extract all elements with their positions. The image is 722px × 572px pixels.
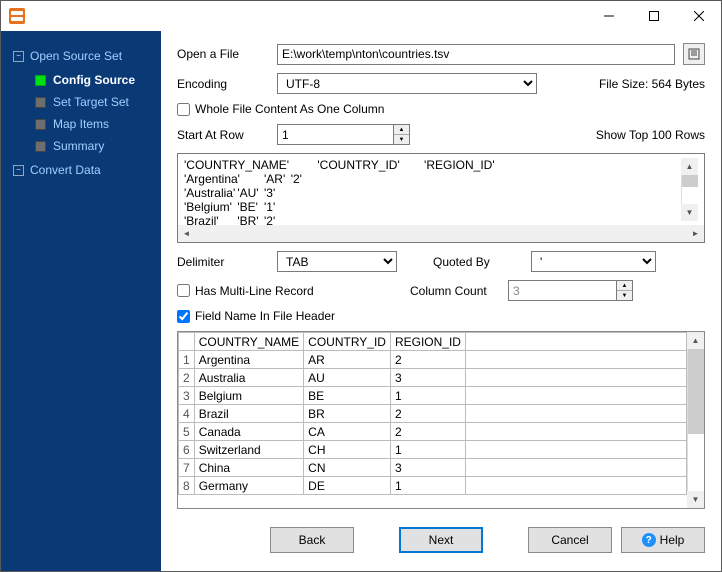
step-active-icon <box>35 75 46 86</box>
tree-item-set-target[interactable]: Set Target Set <box>1 91 161 113</box>
encoding-select[interactable]: UTF-8 <box>277 73 537 94</box>
cell[interactable]: DE <box>304 477 391 495</box>
raw-horizontal-scrollbar[interactable]: ◄► <box>178 225 704 242</box>
table-row[interactable]: 6SwitzerlandCH1 <box>179 441 687 459</box>
field-header-label: Field Name In File Header <box>195 309 335 323</box>
table-row[interactable]: 7ChinaCN3 <box>179 459 687 477</box>
cell[interactable]: AU <box>304 369 391 387</box>
minimize-button[interactable] <box>586 1 631 31</box>
table-row[interactable]: 1ArgentinaAR2 <box>179 351 687 369</box>
next-button[interactable]: Next <box>399 527 483 553</box>
tree-item-map-items[interactable]: Map Items <box>1 113 161 135</box>
step-icon <box>35 119 46 130</box>
cell[interactable]: 3 <box>390 459 465 477</box>
multiline-checkbox[interactable] <box>177 284 190 297</box>
collapse-icon[interactable]: − <box>13 165 24 176</box>
cell[interactable]: 1 <box>390 387 465 405</box>
cell[interactable]: Switzerland <box>194 441 303 459</box>
step-icon <box>35 141 46 152</box>
table-row[interactable]: 2AustraliaAU3 <box>179 369 687 387</box>
raw-preview-text: 'COUNTRY_NAME' 'COUNTRY_ID' 'REGION_ID' … <box>184 158 681 221</box>
app-icon <box>9 8 25 24</box>
cell[interactable]: CN <box>304 459 391 477</box>
cell[interactable]: CA <box>304 423 391 441</box>
table-row[interactable]: 3BelgiumBE1 <box>179 387 687 405</box>
multiline-label: Has Multi-Line Record <box>195 284 314 298</box>
quoted-by-label: Quoted By <box>433 255 523 269</box>
help-button[interactable]: ? Help <box>621 527 705 553</box>
titlebar <box>1 1 721 31</box>
start-row-label: Start At Row <box>177 128 269 142</box>
cell[interactable]: Australia <box>194 369 303 387</box>
tree-item-config-source[interactable]: Config Source <box>1 69 161 91</box>
spin-down-icon[interactable]: ▼ <box>394 135 409 144</box>
cell[interactable]: 1 <box>390 477 465 495</box>
cell[interactable]: BR <box>304 405 391 423</box>
cell[interactable]: 2 <box>390 423 465 441</box>
tree-item-summary[interactable]: Summary <box>1 135 161 157</box>
cell[interactable]: AR <box>304 351 391 369</box>
help-icon: ? <box>642 533 656 547</box>
step-icon <box>35 97 46 108</box>
column-count-input <box>508 280 616 301</box>
collapse-icon[interactable]: − <box>13 51 24 62</box>
cell[interactable]: 1 <box>390 441 465 459</box>
column-header[interactable]: COUNTRY_NAME <box>194 333 303 351</box>
column-header[interactable]: COUNTRY_ID <box>304 333 391 351</box>
cell[interactable]: Canada <box>194 423 303 441</box>
column-header[interactable]: REGION_ID <box>390 333 465 351</box>
field-header-checkbox[interactable] <box>177 310 190 323</box>
quoted-by-select[interactable]: ' <box>531 251 656 272</box>
cell[interactable]: Germany <box>194 477 303 495</box>
cell[interactable]: 2 <box>390 351 465 369</box>
main-panel: Open a File Encoding UTF-8 File Size: 56… <box>161 31 721 571</box>
whole-file-label: Whole File Content As One Column <box>195 102 384 116</box>
cell[interactable]: 3 <box>390 369 465 387</box>
table-row[interactable]: 4BrazilBR2 <box>179 405 687 423</box>
show-top-label: Show Top 100 Rows <box>596 128 705 142</box>
browse-file-button[interactable] <box>683 43 705 65</box>
file-path-input[interactable] <box>277 44 675 65</box>
spin-up-icon[interactable]: ▲ <box>394 125 409 135</box>
cell[interactable]: CH <box>304 441 391 459</box>
cell[interactable]: Belgium <box>194 387 303 405</box>
encoding-label: Encoding <box>177 77 269 91</box>
delimiter-label: Delimiter <box>177 255 269 269</box>
start-row-spinner[interactable]: ▲▼ <box>277 124 410 145</box>
tree-root-open-source[interactable]: − Open Source Set <box>1 43 161 69</box>
raw-preview: 'COUNTRY_NAME' 'COUNTRY_ID' 'REGION_ID' … <box>177 153 705 243</box>
column-count-label: Column Count <box>410 284 500 298</box>
raw-vertical-scrollbar[interactable]: ▲▼ <box>681 158 698 221</box>
start-row-input[interactable] <box>277 124 393 145</box>
delimiter-select[interactable]: TAB <box>277 251 397 272</box>
cell[interactable]: China <box>194 459 303 477</box>
data-grid[interactable]: COUNTRY_NAMECOUNTRY_IDREGION_ID 1Argenti… <box>178 332 687 508</box>
close-button[interactable] <box>676 1 721 31</box>
table-row[interactable]: 5CanadaCA2 <box>179 423 687 441</box>
maximize-button[interactable] <box>631 1 676 31</box>
cell[interactable]: Brazil <box>194 405 303 423</box>
tree-root-convert-data[interactable]: − Convert Data <box>1 157 161 183</box>
cell[interactable]: BE <box>304 387 391 405</box>
grid-vertical-scrollbar[interactable]: ▲▼ <box>687 332 704 508</box>
sidebar: − Open Source Set Config Source Set Targ… <box>1 31 161 571</box>
whole-file-checkbox[interactable] <box>177 103 190 116</box>
open-file-label: Open a File <box>177 47 269 61</box>
back-button[interactable]: Back <box>270 527 354 553</box>
cell[interactable]: 2 <box>390 405 465 423</box>
document-icon <box>688 48 700 60</box>
table-row[interactable]: 8GermanyDE1 <box>179 477 687 495</box>
cell[interactable]: Argentina <box>194 351 303 369</box>
file-size-label: File Size: 564 Bytes <box>599 77 705 91</box>
cancel-button[interactable]: Cancel <box>528 527 612 553</box>
column-count-spinner: ▲▼ <box>508 280 633 301</box>
